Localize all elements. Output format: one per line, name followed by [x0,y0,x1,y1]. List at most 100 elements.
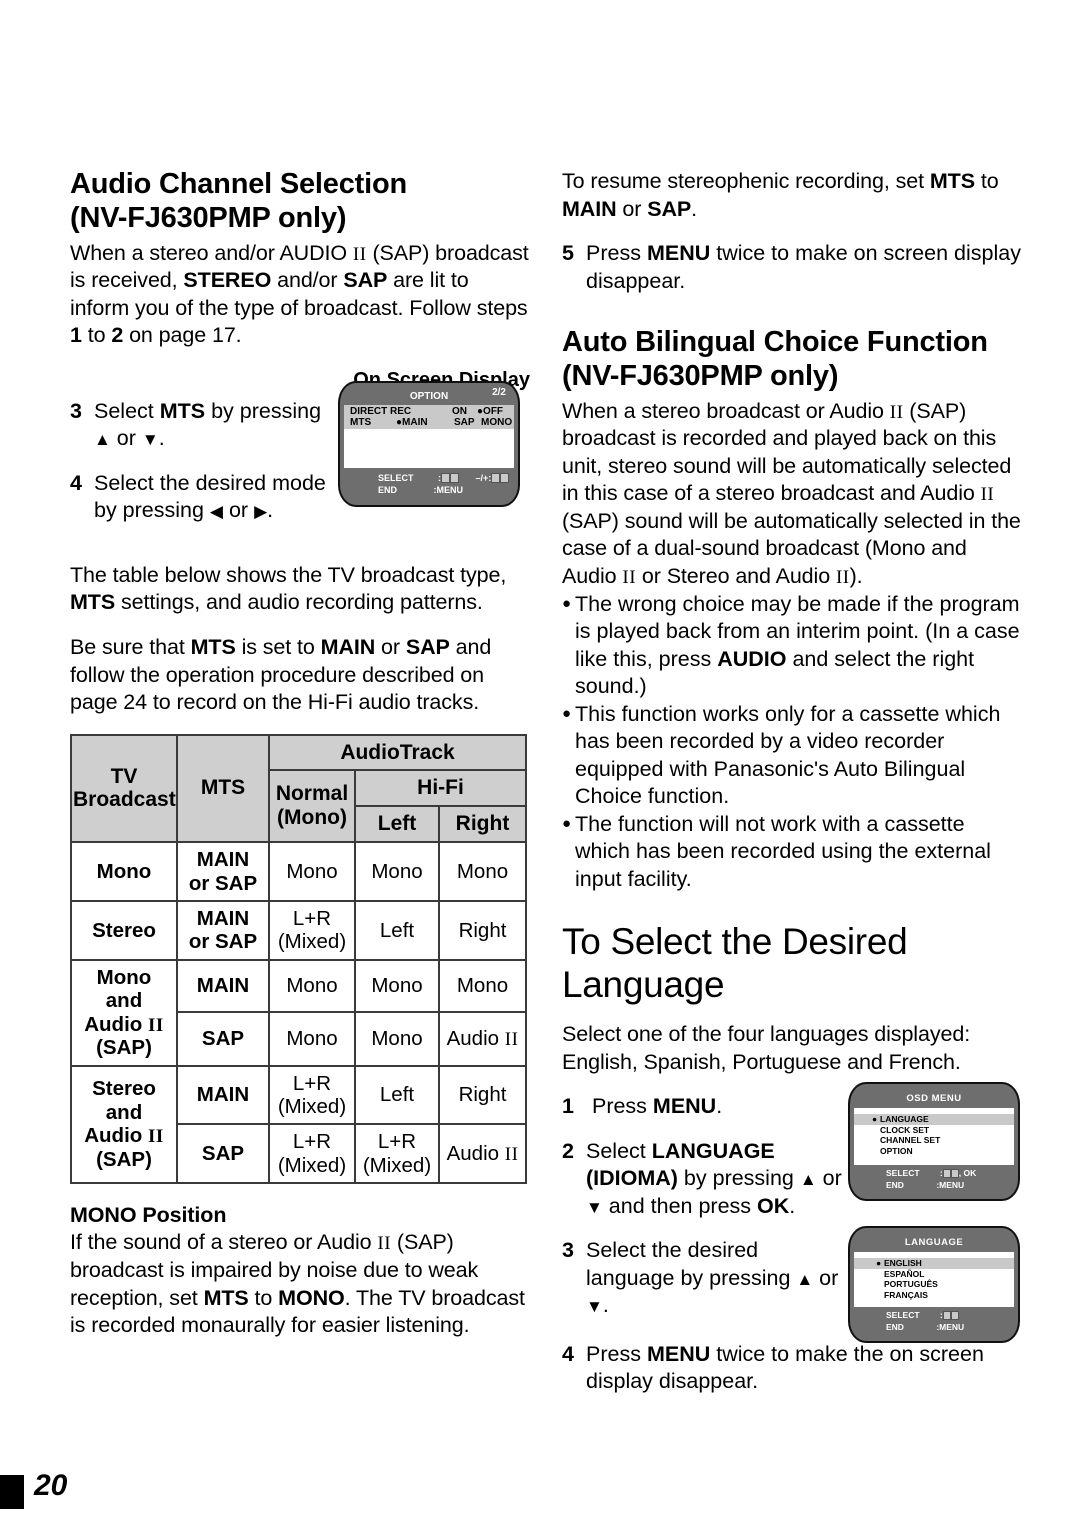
page-title: Audio Channel Selection (NV-FJ630PMP onl… [70,168,530,236]
osd-option-adjust-label: –/+: [475,472,492,483]
osd-menu-item-channel-set: CHANNEL SET [880,1135,941,1146]
language-heading: To Select the Desired Language [562,921,1024,1007]
cell-normal: L+R (Mixed) [268,1123,356,1184]
lang-step-3-text: Select the desired language by pressing … [586,1238,839,1318]
cell-right: Right [437,900,528,961]
lang-step-2: 2 Select LANGUAGE (IDIOMA) by pressing ▲… [562,1138,847,1221]
osd-mts-mono: MONO [481,417,513,428]
th-normal-mono: Normal (Mono) [268,769,356,844]
step-4-text: Select the desired mode by pressing ◀ or… [94,470,326,523]
cell-mts: SAP [176,1011,270,1067]
step-3-number: 3 [70,398,82,423]
lang-step-4-number: 4 [562,1341,574,1366]
cell-normal: L+R (Mixed) [268,900,356,961]
down-arrow-icon [441,473,451,484]
osd-language-item-francais: FRANÇAIS [884,1289,928,1300]
cell-mts: MAIN or SAP [176,841,270,903]
step-3-text: Select MTS by pressing ▲ or ▼. [94,398,322,451]
step-4-number: 4 [70,470,82,495]
osd-direct-rec-on: ON [452,406,467,417]
page-number: 20 [34,1469,68,1502]
cell-broadcast: Mono [70,841,178,903]
table-row: Mono and Audio II (SAP) MAIN Mono Mono M… [70,958,528,1067]
cell-mts: MAIN [176,1064,270,1126]
osd-menu-end-value: :MENU [936,1179,965,1190]
bilingual-heading: Auto Bilingual Choice Function (NV-FJ630… [562,326,1024,394]
osd-option-screen: OPTION 2/2 DIRECT REC ON ●OFF MTS ●MAIN … [338,381,520,507]
cell-left: Left [354,1064,440,1126]
up-arrow-icon: ▲ [94,430,111,450]
osd-option-page-indicator: 2/2 [492,387,506,398]
th-hifi: Hi-Fi [353,769,528,808]
right-arrow-icon [500,473,510,484]
up-arrow-icon [942,1169,951,1179]
down-arrow-icon: ▼ [141,430,159,450]
osd-menu-screen: OSD MENU ● LANGUAGE CLOCK SET CHANNEL SET… [848,1082,1020,1201]
table-row: Stereo MAIN or SAP L+R (Mixed) Left Righ… [70,900,528,961]
down-arrow-icon [950,1311,959,1321]
lang-step-3-number: 3 [562,1238,574,1263]
th-normal-l2: (Mono) [277,806,347,830]
language-heading-line2: Language [562,964,725,1006]
page-number-bar [0,1475,24,1509]
osd-direct-rec-off: ●OFF [477,406,504,417]
bilingual-heading-line2: (NV-FJ630PMP only) [562,359,839,392]
cell-broadcast: Stereo [70,900,178,961]
bilingual-notes: ● The wrong choice may be made if the pr… [562,591,1024,894]
cell-normal: Mono [268,1011,356,1067]
th-tv-broadcast-l1: TV [110,764,138,788]
cell-broadcast: Stereo and Audio II (SAP) [70,1064,178,1184]
lang-step-1-number: 1 [562,1094,574,1119]
lang-step-2-text: Select LANGUAGE (IDIOMA) by pressing ▲ o… [586,1138,842,1218]
cell-normal: Mono [268,841,356,903]
bilingual-heading-line1: Auto Bilingual Choice Function [562,326,988,359]
osd-mts-main: ●MAIN [396,417,428,428]
cell-left: Mono [354,1011,440,1067]
bilingual-paragraph: When a stereo broadcast or Audio II (SAP… [562,398,1021,588]
list-item: ● The wrong choice may be made if the pr… [562,591,1024,701]
osd-language-footer: SELECT : END :MENU [854,1307,1014,1337]
table-intro-paragraph: The table below shows the TV broadcast t… [70,562,507,615]
language-intro: Select one of the four languages display… [562,1022,971,1074]
list-item: ● The function will not work with a cass… [562,811,1024,894]
osd-menu-ok-text: , OK [958,1168,977,1179]
osd-menu-item-language: ● LANGUAGE [854,1114,1014,1125]
step-3: 3 Select MTS by pressing ▲ or ▼. [70,398,335,453]
cell-mts: MAIN [176,958,270,1014]
right-arrow-icon: ▶ [254,502,268,522]
list-item-text: This function works only for a cassette … [575,701,1001,809]
cell-left: Left [354,900,440,961]
cell-right: Mono [437,841,528,903]
osd-menu-title: OSD MENU [854,1088,1014,1108]
th-tv-broadcast-l2: Broadcast [73,788,176,812]
bullet-icon: ● [562,814,572,832]
manual-page: Audio Channel Selection (NV-FJ630PMP onl… [0,0,1080,1529]
osd-language-item-espanol: ESPAÑOL [884,1268,925,1279]
bullet-icon: ● [562,594,572,612]
osd-menu-item-option: OPTION [880,1145,913,1156]
bullet-icon: ● [562,704,572,722]
step-4: 4 Select the desired mode by pressing ◀ … [70,470,335,525]
mono-position-heading: MONO Position [70,1202,227,1227]
besure-paragraph: Be sure that MTS is set to MAIN or SAP a… [70,635,492,715]
lang-step-3: 3 Select the desired language by pressin… [562,1237,847,1320]
cell-right: Mono [437,958,528,1014]
osd-option-end-value: :MENU [433,484,464,495]
th-audiotrack: AudioTrack [267,733,528,772]
cell-mts: SAP [176,1123,270,1184]
osd-language-end-value: :MENU [936,1321,965,1332]
step-5: 5 Press MENU twice to make on screen dis… [562,240,1024,295]
osd-menu-end-label: END [886,1179,904,1190]
left-arrow-icon [491,473,501,484]
page-title-line1: Audio Channel Selection [70,168,407,200]
cell-left: Mono [354,958,440,1014]
osd-direct-rec-label: DIRECT REC [350,406,412,417]
osd-language-title: LANGUAGE [854,1232,1014,1252]
osd-mts-label: MTS [350,417,372,428]
lang-step-4-text: Press MENU twice to make the on screen d… [586,1341,984,1394]
cell-right: Audio II [437,1123,528,1184]
cell-mts: MAIN or SAP [176,900,270,961]
cell-broadcast: Mono and Audio II (SAP) [70,958,178,1067]
osd-language-select-label: SELECT [886,1310,920,1321]
left-column: Audio Channel Selection (NV-FJ630PMP onl… [70,168,530,1357]
